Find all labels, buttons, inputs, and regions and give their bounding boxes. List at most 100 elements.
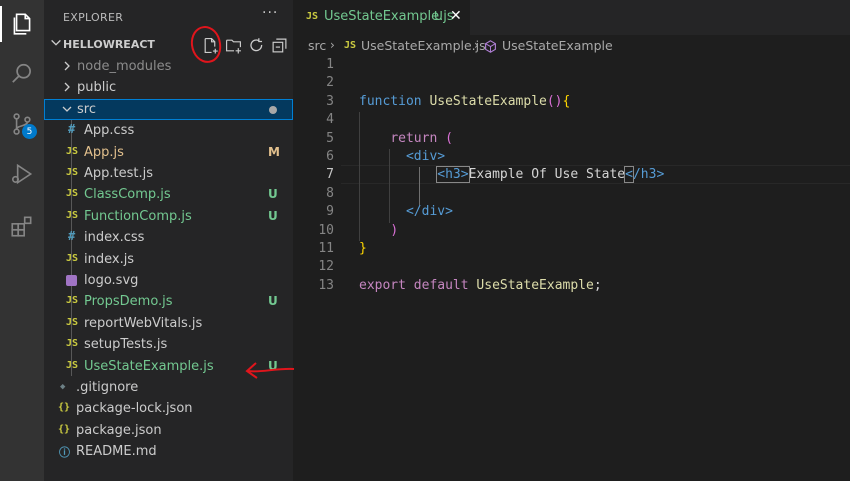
code-line: 9 </div> [326,204,453,220]
tree-file-index-js[interactable]: JS index.js [44,249,293,270]
tree-label: .gitignore [76,380,139,395]
code-line: 8 [326,185,334,201]
tree-file-readme-md[interactable]: ⓘ README.md [44,441,293,462]
tree-folder-node-modules[interactable]: node_modules [44,56,293,77]
source-control-badge: 5 [22,124,37,139]
tree-label: PropsDemo.js [84,294,173,310]
info-file-icon: ⓘ [59,446,70,460]
code-line: 5 return ( [326,130,453,146]
tree-file-package-lock-json[interactable]: {} package-lock.json [44,398,293,419]
code-line: 4 [326,112,334,128]
active-indicator [0,6,2,42]
explorer-icon[interactable] [6,8,38,40]
chevron-right-icon: › [474,38,479,52]
tree-file-propsdemo-js[interactable]: JS PropsDemo.js U [44,291,293,312]
chevron-down-icon [62,106,72,112]
project-name: HELLOWREACT [63,38,155,51]
js-file-icon: JS [66,316,79,328]
tree-label: public [77,80,117,96]
run-debug-icon[interactable] [6,158,38,190]
tree-file-app-test-js[interactable]: JS App.test.js [44,163,293,184]
chevron-right-icon [64,82,70,92]
js-file-icon: JS [344,40,357,51]
tree-label: README.md [76,444,157,460]
new-folder-icon [225,39,241,53]
breadcrumb-symbol[interactable]: UseStateExample [502,38,613,53]
tree-file-app-css[interactable]: # App.css [44,120,293,141]
tree-label: src [77,101,96,117]
js-file-icon: JS [66,295,79,307]
tree-label: package.json [76,422,162,438]
code-line-active: 7 <h3>Example Of Use State</h3> [326,166,665,184]
symbol-method-icon [485,40,496,53]
chevron-right-icon: › [330,38,335,52]
tree-label: UseStateExample.js [84,358,214,374]
tree-file-app-js[interactable]: JS App.js M [44,142,293,163]
js-file-icon: JS [66,252,79,264]
tree-folder-src[interactable]: src [44,98,293,121]
js-file-icon: JS [66,188,79,200]
git-status: U [268,208,278,223]
close-icon[interactable]: ✕ [450,8,462,24]
tree-file-classcomp-js[interactable]: JS ClassComp.js U [44,184,293,205]
tree-label: App.css [84,123,135,139]
git-status: M [268,144,280,159]
code-line: 2 [326,75,334,91]
tree-label: logo.svg [84,273,139,288]
tree-file-functioncomp-js[interactable]: JS FunctionComp.js U [44,206,293,227]
new-folder-button[interactable] [223,35,243,55]
explorer-sidebar: EXPLORER ··· HELLOWREACT node_modules pu… [44,0,295,481]
tree-label: package-lock.json [76,401,193,417]
more-actions-button[interactable]: ··· [262,5,278,21]
js-file-icon: JS [66,167,79,178]
code-line: 10 ) [318,222,399,238]
annotation-arrow [245,362,295,379]
css-file-icon: # [68,122,76,137]
tree-label: App.test.js [84,166,154,181]
extensions-icon[interactable] [6,210,38,242]
tree-label: index.css [84,230,145,246]
activity-bar: 5 [0,0,44,481]
js-file-icon: JS [66,359,79,371]
tree-file-reportwebvitals-js[interactable]: JS reportWebVitals.js [44,313,293,334]
breadcrumb-folder[interactable]: src [308,38,326,53]
css-file-icon: # [68,229,76,244]
js-file-icon: JS [306,11,319,22]
tree-file-logo-svg[interactable]: logo.svg [44,270,293,291]
js-file-icon: JS [66,145,79,157]
tree-label: ClassComp.js [84,187,171,203]
breadcrumb-file[interactable]: UseStateExample.js [361,38,486,53]
tree-file-package-json[interactable]: {} package.json [44,420,293,441]
tree-file-setuptests-js[interactable]: JS setupTests.js [44,334,293,355]
tree-label: index.js [84,251,135,267]
js-file-icon: JS [66,209,79,221]
chevron-down-icon [51,39,61,46]
refresh-button[interactable] [246,35,266,55]
refresh-icon [249,37,262,51]
collapse-all-button[interactable] [269,35,289,55]
tree-label: node_modules [77,59,172,74]
editor-tabs: JS UseStateExample.js U ✕ [293,0,850,35]
tree-folder-public[interactable]: public [44,77,293,98]
tree-label: App.js [84,144,124,160]
code-line: 13 export default UseStateExample; [318,277,602,293]
tree-label: setupTests.js [84,337,168,353]
breadcrumb: src › JS UseStateExample.js › UseStateEx… [293,35,850,57]
code-line: 12 [318,259,334,275]
tree-file-index-css[interactable]: # index.css [44,227,293,248]
tab-git-status: U [434,9,443,23]
search-icon[interactable] [6,58,38,90]
chevron-right-icon [64,61,70,71]
code-editor[interactable]: 1 2 3 function UseStateExample(){ 4 5 re… [293,57,850,481]
tab-usestateexample[interactable]: JS UseStateExample.js U ✕ [293,0,470,35]
svg-file-icon [66,275,77,286]
project-header[interactable]: HELLOWREACT [44,34,293,56]
code-line: 6 <div> [326,149,446,164]
git-status: U [268,294,278,309]
json-file-icon: {} [58,423,71,435]
code-line: 11 } [318,241,367,256]
git-status: U [268,187,278,202]
explorer-title: EXPLORER [63,11,124,24]
tree-label: reportWebVitals.js [84,315,203,331]
git-file-icon: ◆ [60,382,66,392]
